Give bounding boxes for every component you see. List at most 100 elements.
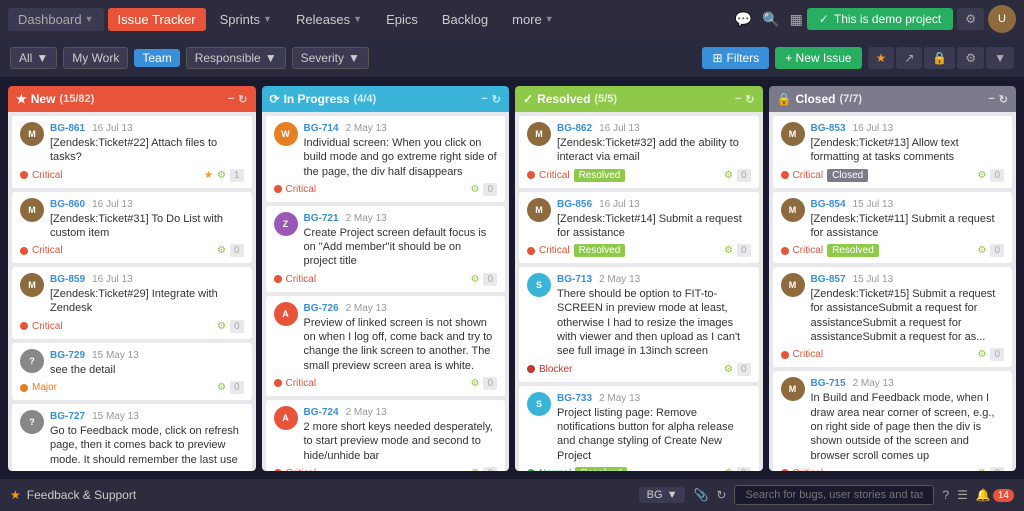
- card-count: 0: [483, 467, 497, 471]
- table-row[interactable]: ? BG-727 15 May 13 Go to Feedback mode, …: [12, 404, 252, 471]
- lock-button[interactable]: 🔒: [924, 47, 955, 69]
- search-input[interactable]: [734, 485, 934, 505]
- card-header: M BG-861 16 Jul 13 [Zendesk:Ticket#22] A…: [20, 122, 244, 165]
- nav-backlog[interactable]: Backlog: [432, 8, 498, 31]
- refresh-icon[interactable]: ↻: [716, 488, 726, 502]
- status-badge: Closed: [827, 169, 868, 182]
- star-icon: ★: [204, 170, 213, 181]
- table-row[interactable]: W BG-714 2 May 13 Individual screen: Whe…: [266, 116, 506, 202]
- table-row[interactable]: S BG-713 2 May 13 There should be option…: [519, 267, 759, 381]
- gear-icon: ⚙: [470, 468, 479, 471]
- col-title-new: New: [31, 92, 56, 106]
- gear-icon: ⚙: [724, 170, 733, 181]
- grid-icon[interactable]: ▦: [790, 11, 803, 28]
- table-row[interactable]: M BG-715 2 May 13 In Build and Feedback …: [773, 371, 1013, 471]
- table-row[interactable]: A BG-724 2 May 13 2 more short keys need…: [266, 400, 506, 471]
- severity-filter[interactable]: Severity ▼: [292, 47, 369, 69]
- col-minus-new[interactable]: −: [228, 93, 234, 106]
- col-refresh-inprogress[interactable]: ↻: [492, 93, 501, 106]
- card-icons: ⚙ 0: [470, 377, 497, 390]
- filters-button[interactable]: ⊞ Filters: [702, 47, 769, 69]
- chat-icon[interactable]: 💬: [735, 11, 752, 28]
- card-id: BG-859: [50, 274, 85, 285]
- attach-icon[interactable]: 📎: [693, 488, 708, 502]
- settings-button[interactable]: ⚙: [957, 8, 984, 30]
- table-row[interactable]: M BG-860 16 Jul 13 [Zendesk:Ticket#31] T…: [12, 192, 252, 264]
- user-avatar[interactable]: U: [988, 5, 1016, 33]
- star-button[interactable]: ★: [868, 47, 895, 69]
- col-refresh-new[interactable]: ↻: [238, 93, 247, 106]
- settings-icon-btn[interactable]: ⚙: [957, 47, 984, 69]
- card-footer: Critical ⚙ 0: [274, 273, 498, 286]
- nav-dashboard[interactable]: Dashboard ▼: [8, 8, 104, 31]
- search-icon[interactable]: 🔍: [762, 11, 779, 28]
- card-footer: Normal Resolved ⚙ 0: [527, 467, 751, 471]
- table-row[interactable]: M BG-861 16 Jul 13 [Zendesk:Ticket#22] A…: [12, 116, 252, 188]
- card-title: [Zendesk:Ticket#32] add the ability to i…: [557, 136, 751, 165]
- priority-dot: [781, 171, 789, 179]
- share-button[interactable]: ↗: [896, 47, 922, 69]
- priority-label: Normal: [539, 468, 571, 471]
- card-date: 15 May 13: [92, 411, 139, 422]
- all-label: All: [19, 51, 32, 65]
- col-count-inprogress: (4/4): [354, 93, 377, 105]
- table-row[interactable]: M BG-857 15 Jul 13 [Zendesk:Ticket#15] S…: [773, 267, 1013, 367]
- col-refresh-resolved[interactable]: ↻: [745, 93, 754, 106]
- gear-icon: ⚙: [977, 245, 986, 256]
- card-icons: ⚙ 0: [724, 244, 751, 257]
- col-minus-closed[interactable]: −: [988, 93, 994, 106]
- notifications-badge[interactable]: 🔔 14: [976, 488, 1014, 502]
- card-count: 0: [483, 183, 497, 196]
- dropdown-btn[interactable]: ▼: [986, 47, 1014, 69]
- column-header-resolved: ✓ Resolved (5/5) − ↻: [515, 86, 763, 112]
- col-refresh-closed[interactable]: ↻: [999, 93, 1008, 106]
- priority-label: Critical: [793, 468, 824, 471]
- card-count: 0: [230, 381, 244, 394]
- severity-arrow: ▼: [348, 51, 360, 65]
- team-filter[interactable]: Team: [134, 49, 179, 67]
- card-count: 0: [990, 348, 1004, 361]
- card-title: [Zendesk:Ticket#13] Allow text formattin…: [811, 136, 1005, 165]
- card-header: W BG-714 2 May 13 Individual screen: Whe…: [274, 122, 498, 179]
- card-date: 2 May 13: [346, 123, 387, 134]
- table-row[interactable]: M BG-854 15 Jul 13 [Zendesk:Ticket#11] S…: [773, 192, 1013, 264]
- nav-epics[interactable]: Epics: [376, 8, 428, 31]
- col-minus-resolved[interactable]: −: [735, 93, 741, 106]
- priority-dot: [527, 171, 535, 179]
- help-icon[interactable]: ?: [942, 488, 949, 502]
- table-row[interactable]: Z BG-721 2 May 13 Create Project screen …: [266, 206, 506, 292]
- priority-dot: [274, 469, 282, 471]
- card-date: 16 Jul 13: [92, 274, 133, 285]
- nav-sprints[interactable]: Sprints ▼: [210, 8, 282, 31]
- nav-releases[interactable]: Releases ▼: [286, 8, 372, 31]
- bg-badge[interactable]: BG ▼: [639, 487, 686, 503]
- feedback-button[interactable]: ★ Feedback & Support: [10, 488, 136, 502]
- table-row[interactable]: A BG-726 2 May 13 Preview of linked scre…: [266, 296, 506, 396]
- demo-project-btn[interactable]: ✓ This is demo project: [807, 8, 953, 30]
- table-row[interactable]: M BG-862 16 Jul 13 [Zendesk:Ticket#32] a…: [519, 116, 759, 188]
- table-row[interactable]: M BG-856 16 Jul 13 [Zendesk:Ticket#14] S…: [519, 192, 759, 264]
- card-count: 0: [737, 363, 751, 376]
- responsible-filter[interactable]: Responsible ▼: [186, 47, 286, 69]
- notif-count: 14: [993, 489, 1014, 502]
- card-footer: Major ⚙ 0: [20, 381, 244, 394]
- gear-icon: ⚙: [470, 378, 479, 389]
- all-filter[interactable]: All ▼: [10, 47, 57, 69]
- list-icon[interactable]: ☰: [957, 488, 968, 502]
- nav-more[interactable]: more ▼: [502, 8, 564, 31]
- nav-issue-tracker[interactable]: Issue Tracker: [108, 8, 206, 31]
- table-row[interactable]: S BG-733 2 May 13 Project listing page: …: [519, 386, 759, 471]
- column-header-inprogress: ⟳ In Progress (4/4) − ↻: [262, 86, 510, 112]
- card-icons: ⚙ 0: [977, 169, 1004, 182]
- status-badge: Resolved: [574, 169, 626, 182]
- avatar: ?: [20, 349, 44, 373]
- table-row[interactable]: M BG-859 16 Jul 13 [Zendesk:Ticket#29] I…: [12, 267, 252, 339]
- priority-dot: [20, 247, 28, 255]
- table-row[interactable]: M BG-853 16 Jul 13 [Zendesk:Ticket#13] A…: [773, 116, 1013, 188]
- new-issue-button[interactable]: + New Issue: [775, 47, 861, 69]
- col-minus-inprogress[interactable]: −: [481, 93, 487, 106]
- table-row[interactable]: ? BG-729 15 May 13 see the detail Major …: [12, 343, 252, 400]
- all-arrow: ▼: [36, 51, 48, 65]
- priority-label: Critical: [286, 468, 317, 471]
- mywork-filter[interactable]: My Work: [63, 47, 128, 69]
